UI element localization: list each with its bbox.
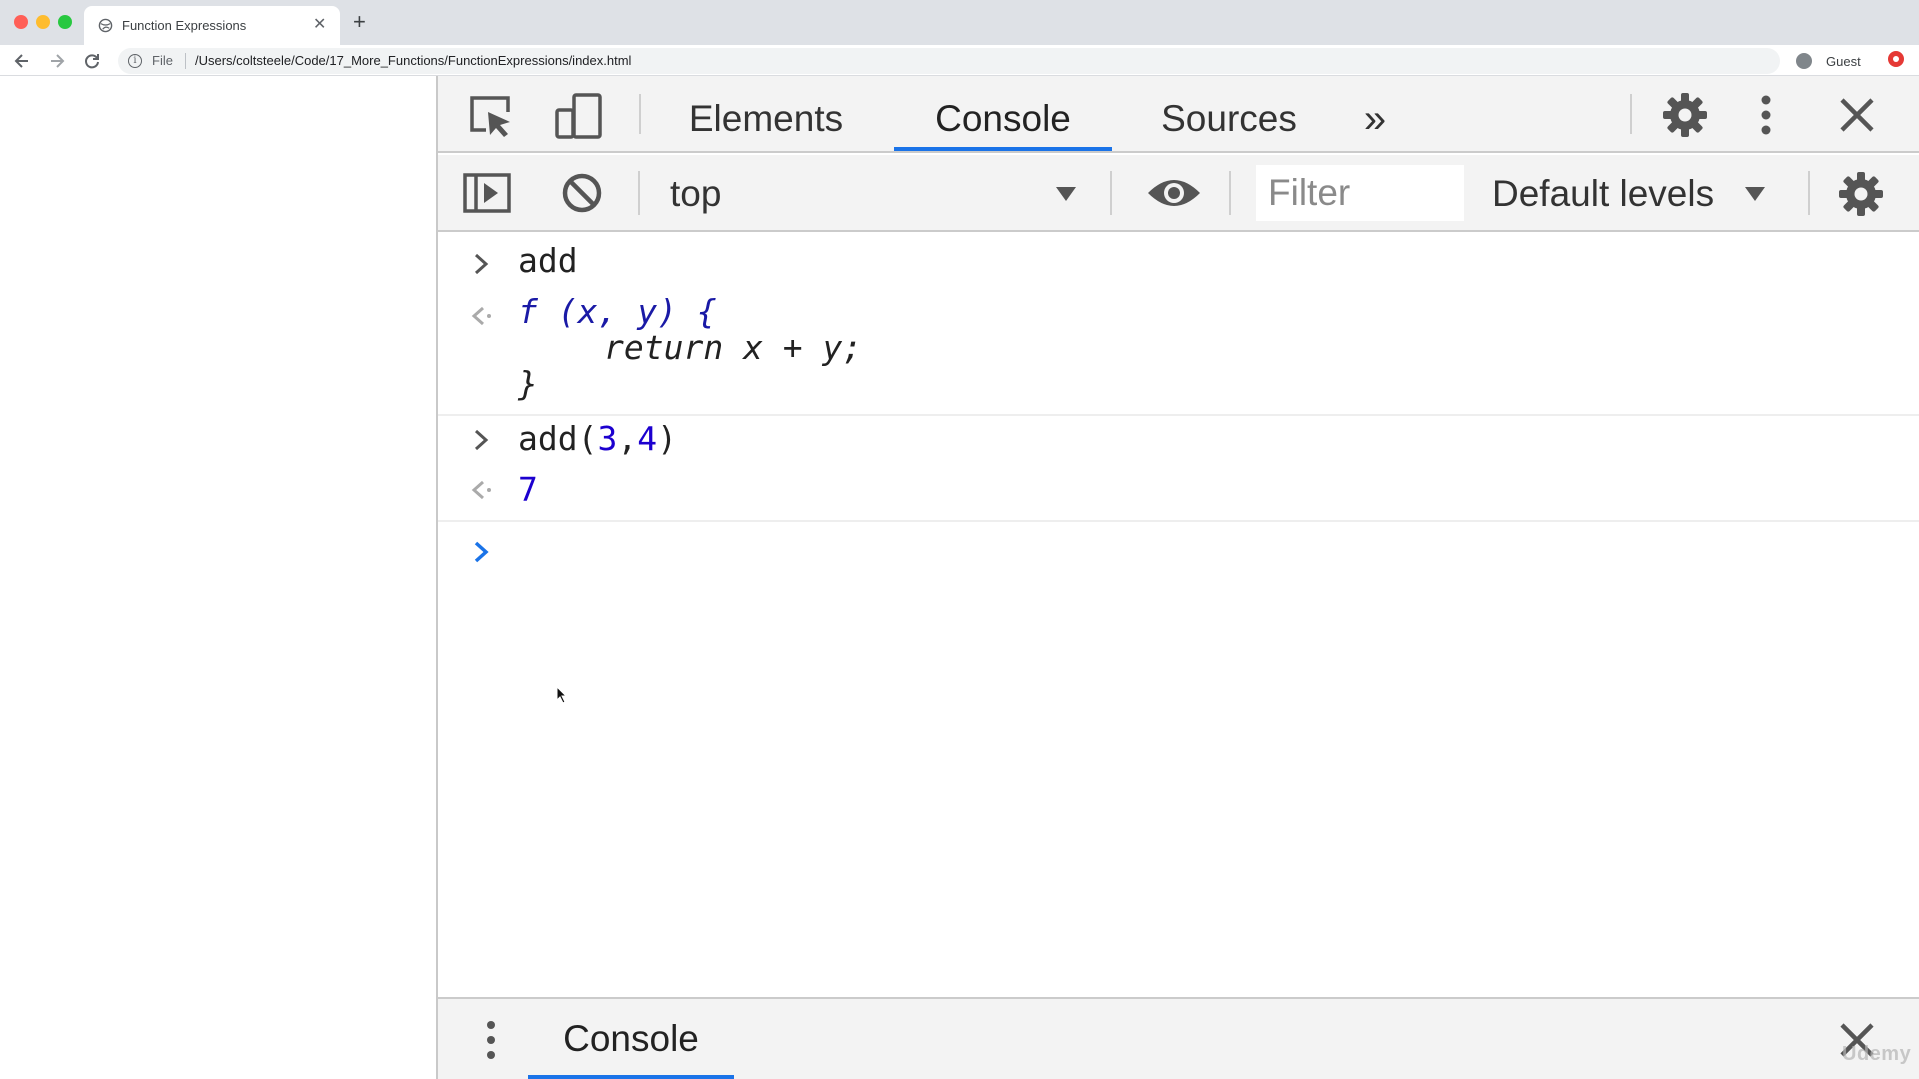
- function-close-line: }: [518, 364, 538, 403]
- clear-console-icon[interactable]: [560, 171, 604, 215]
- toolbar-separator: [639, 94, 641, 134]
- settings-gear-icon[interactable]: [1660, 90, 1710, 140]
- console-input-entry: add: [438, 232, 1919, 292]
- page-viewport: [0, 76, 436, 1079]
- forward-arrow-icon[interactable]: [47, 51, 67, 71]
- log-levels-dropdown[interactable]: Default levels: [1492, 169, 1792, 219]
- filter-input[interactable]: [1256, 165, 1464, 221]
- window-zoom-button[interactable]: [58, 15, 72, 29]
- tab-sources[interactable]: Sources: [1148, 90, 1310, 153]
- url-scheme-label: File: [152, 53, 173, 68]
- tab-elements[interactable]: Elements: [678, 90, 854, 153]
- watermark-logo: Udemy: [1842, 1043, 1912, 1065]
- live-expression-eye-icon[interactable]: [1146, 173, 1202, 213]
- result-arrow-icon: [471, 480, 491, 500]
- console-prompt[interactable]: [438, 522, 1919, 576]
- drawer-tab-console[interactable]: Console: [528, 1011, 734, 1079]
- browser-toolbar: i File /Users/coltsteele/Code/17_More_Fu…: [0, 45, 1919, 76]
- window-close-button[interactable]: [14, 15, 28, 29]
- back-arrow-icon[interactable]: [12, 51, 32, 71]
- reload-icon[interactable]: [82, 51, 102, 71]
- close-devtools-icon[interactable]: [1836, 94, 1878, 136]
- argument-comma: ,: [617, 419, 638, 458]
- show-sidebar-icon[interactable]: [462, 171, 512, 215]
- inspect-element-icon[interactable]: [468, 94, 514, 138]
- tab-close-icon[interactable]: ✕: [313, 16, 326, 34]
- toolbar-separator: [1229, 171, 1231, 215]
- argument-number: 4: [637, 419, 658, 458]
- call-suffix: ): [657, 419, 677, 458]
- tab-console[interactable]: Console: [894, 90, 1112, 153]
- toolbar-separator: [1808, 171, 1810, 215]
- toolbar-separator: [1110, 171, 1112, 215]
- context-selector[interactable]: top: [668, 169, 1076, 219]
- console-input-text: add: [518, 241, 578, 280]
- console-result-entry: 7: [438, 468, 1919, 514]
- dropdown-caret-icon: [1745, 187, 1765, 201]
- console-settings-gear-icon[interactable]: [1836, 169, 1886, 219]
- globe-icon: [98, 18, 113, 33]
- extension-icon[interactable]: [1888, 51, 1904, 67]
- info-icon[interactable]: i: [128, 54, 142, 68]
- more-tabs-chevron-icon[interactable]: »: [1350, 90, 1400, 153]
- more-options-kebab-icon[interactable]: [1754, 92, 1778, 138]
- url-text[interactable]: /Users/coltsteele/Code/17_More_Functions…: [195, 53, 631, 68]
- device-toolbar-icon[interactable]: [554, 92, 604, 140]
- argument-number: 3: [597, 419, 618, 458]
- devtools-panel: Elements Console Sources » top Filter De…: [436, 76, 1919, 1079]
- input-chevron-icon: [474, 253, 489, 275]
- console-drawer: Console: [438, 997, 1919, 1079]
- console-input-text: add(3,4): [518, 416, 677, 462]
- result-arrow-icon: [471, 306, 491, 326]
- toolbar-separator: [1630, 94, 1632, 134]
- console-result-entry: f (x, y) { return x + y; }: [438, 290, 1919, 403]
- console-toolbar: top Default levels: [438, 155, 1919, 232]
- console-output[interactable]: add f (x, y) { return x + y; } add(3,4) …: [438, 232, 1919, 997]
- devtools-tab-bar: Elements Console Sources »: [438, 76, 1919, 153]
- active-prompt-chevron-icon: [474, 541, 489, 563]
- url-divider: [185, 53, 186, 69]
- call-prefix: add(: [518, 419, 598, 458]
- new-tab-button[interactable]: +: [353, 10, 366, 34]
- browser-tab-strip: Function Expressions ✕ +: [0, 0, 1919, 45]
- profile-label: Guest: [1826, 54, 1861, 69]
- console-input-entry: add(3,4): [438, 416, 1919, 466]
- address-bar[interactable]: i File /Users/coltsteele/Code/17_More_Fu…: [118, 48, 1780, 74]
- input-chevron-icon: [474, 429, 489, 451]
- result-value: 7: [518, 470, 538, 509]
- drawer-menu-kebab-icon[interactable]: [484, 1019, 498, 1061]
- active-tab-indicator: [894, 147, 1112, 151]
- browser-tab-title: Function Expressions: [122, 18, 247, 33]
- log-levels-label: Default levels: [1492, 173, 1715, 214]
- dropdown-caret-icon: [1056, 187, 1076, 201]
- toolbar-separator: [638, 171, 640, 215]
- function-body-line: return x + y;: [604, 328, 863, 367]
- active-tab-indicator: [528, 1075, 734, 1079]
- mouse-cursor-icon: [556, 686, 568, 704]
- profile-avatar-icon: [1796, 53, 1812, 69]
- window-minimize-button[interactable]: [36, 15, 50, 29]
- context-label: top: [670, 173, 722, 214]
- browser-tab[interactable]: Function Expressions ✕: [84, 6, 340, 45]
